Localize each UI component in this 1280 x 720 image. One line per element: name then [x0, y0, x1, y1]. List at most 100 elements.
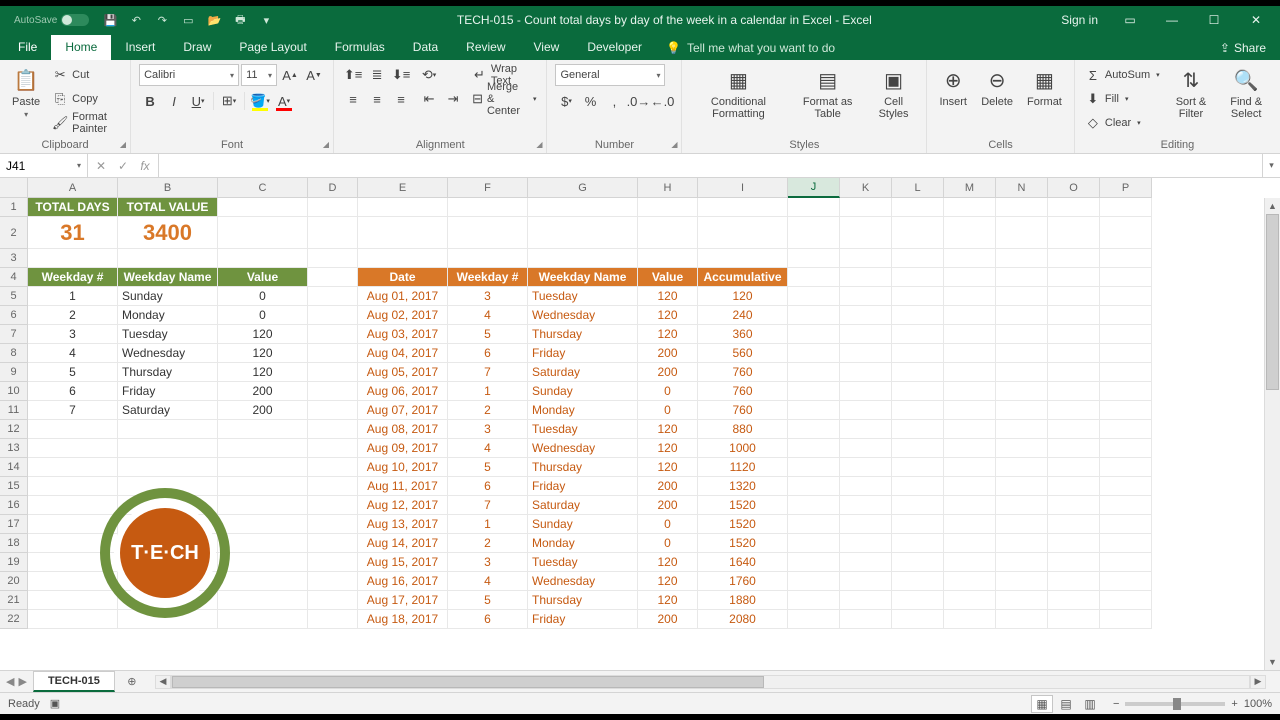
decrease-font-icon[interactable]: A▼ [303, 64, 325, 86]
font-name-combo[interactable]: Calibri▾ [139, 64, 239, 86]
zoom-in-icon[interactable]: + [1231, 698, 1237, 710]
cell[interactable] [308, 325, 358, 344]
cell[interactable] [358, 198, 448, 217]
cell[interactable] [944, 363, 996, 382]
macro-record-icon[interactable]: ▣ [50, 697, 60, 710]
zoom-level[interactable]: 100% [1244, 698, 1272, 710]
cell[interactable]: 6 [448, 477, 528, 496]
cell[interactable] [308, 268, 358, 287]
cell-styles-button[interactable]: ▣Cell Styles [869, 64, 918, 122]
row-header[interactable]: 7 [0, 325, 28, 344]
cell[interactable]: 120 [638, 572, 698, 591]
cell[interactable] [1100, 572, 1152, 591]
cell[interactable]: Weekday # [28, 268, 118, 287]
cell[interactable] [1048, 306, 1100, 325]
cell[interactable]: Aug 15, 2017 [358, 553, 448, 572]
cell[interactable] [218, 477, 308, 496]
cell[interactable] [28, 458, 118, 477]
tab-file[interactable]: File [4, 35, 51, 60]
cell[interactable] [996, 439, 1048, 458]
cell[interactable] [944, 344, 996, 363]
open-icon[interactable]: 📂 [203, 9, 225, 31]
cell[interactable]: Aug 11, 2017 [358, 477, 448, 496]
cell[interactable]: 760 [698, 382, 788, 401]
cell[interactable] [218, 534, 308, 553]
ribbon-options-icon[interactable]: ▭ [1110, 6, 1150, 34]
increase-indent-icon[interactable]: ⇥ [442, 88, 464, 110]
cell[interactable] [944, 382, 996, 401]
cell[interactable] [892, 553, 944, 572]
cell[interactable] [1048, 382, 1100, 401]
cell[interactable]: Aug 03, 2017 [358, 325, 448, 344]
underline-button[interactable]: U▾ [187, 90, 209, 112]
tab-formulas[interactable]: Formulas [321, 35, 399, 60]
column-header[interactable]: H [638, 178, 698, 198]
cell[interactable]: Aug 06, 2017 [358, 382, 448, 401]
cell[interactable] [944, 610, 996, 629]
cell[interactable]: 120 [638, 306, 698, 325]
cell[interactable] [218, 610, 308, 629]
cell[interactable]: 7 [448, 496, 528, 515]
cell[interactable] [788, 363, 840, 382]
cell[interactable]: 0 [638, 382, 698, 401]
cell[interactable]: 1320 [698, 477, 788, 496]
cell[interactable]: 2 [448, 401, 528, 420]
autosave-toggle[interactable]: AutoSave [8, 14, 95, 26]
cell[interactable] [840, 217, 892, 249]
cell[interactable] [308, 534, 358, 553]
cell[interactable]: 360 [698, 325, 788, 344]
cell[interactable] [528, 217, 638, 249]
cell[interactable] [892, 306, 944, 325]
cell[interactable]: Aug 07, 2017 [358, 401, 448, 420]
cell[interactable] [840, 344, 892, 363]
cell[interactable] [1048, 553, 1100, 572]
cell[interactable] [944, 572, 996, 591]
row-header[interactable]: 20 [0, 572, 28, 591]
cell[interactable] [308, 344, 358, 363]
cell[interactable] [788, 553, 840, 572]
cell[interactable]: 200 [638, 496, 698, 515]
cell[interactable]: 880 [698, 420, 788, 439]
cell[interactable] [996, 477, 1048, 496]
cell[interactable] [996, 198, 1048, 217]
cell[interactable] [996, 610, 1048, 629]
tab-home[interactable]: Home [51, 35, 111, 60]
cell[interactable] [1100, 420, 1152, 439]
cell[interactable]: 200 [638, 344, 698, 363]
cell[interactable]: Aug 18, 2017 [358, 610, 448, 629]
cell[interactable] [840, 198, 892, 217]
cell[interactable]: Weekday Name [118, 268, 218, 287]
cell[interactable]: 7 [28, 401, 118, 420]
cell[interactable] [996, 496, 1048, 515]
column-header[interactable]: P [1100, 178, 1152, 198]
column-header[interactable]: D [308, 178, 358, 198]
align-top-icon[interactable]: ⬆≡ [342, 64, 364, 86]
cell[interactable]: 0 [638, 534, 698, 553]
cell[interactable] [1048, 287, 1100, 306]
cell[interactable]: 0 [638, 401, 698, 420]
cell[interactable] [788, 198, 840, 217]
cell[interactable] [698, 198, 788, 217]
cell[interactable]: 6 [28, 382, 118, 401]
cell[interactable] [1048, 496, 1100, 515]
cell[interactable] [996, 363, 1048, 382]
cut-button[interactable]: ✂Cut [50, 64, 122, 86]
cell[interactable]: Aug 16, 2017 [358, 572, 448, 591]
cell[interactable] [218, 420, 308, 439]
cell[interactable]: 200 [638, 610, 698, 629]
cell[interactable]: Thursday [528, 591, 638, 610]
cell[interactable]: Weekday # [448, 268, 528, 287]
column-header[interactable]: M [944, 178, 996, 198]
column-header[interactable]: O [1048, 178, 1100, 198]
cell[interactable]: Aug 13, 2017 [358, 515, 448, 534]
autosum-button[interactable]: ΣAutoSum▾ [1083, 64, 1162, 86]
cell[interactable]: 120 [218, 325, 308, 344]
cell[interactable]: Monday [118, 306, 218, 325]
view-page-break-icon[interactable]: ▥ [1079, 695, 1101, 713]
column-header[interactable]: G [528, 178, 638, 198]
cell[interactable] [528, 198, 638, 217]
cell[interactable]: Tuesday [528, 420, 638, 439]
row-header[interactable]: 22 [0, 610, 28, 629]
find-select-button[interactable]: 🔍Find & Select [1220, 64, 1272, 122]
cell[interactable]: Tuesday [528, 287, 638, 306]
